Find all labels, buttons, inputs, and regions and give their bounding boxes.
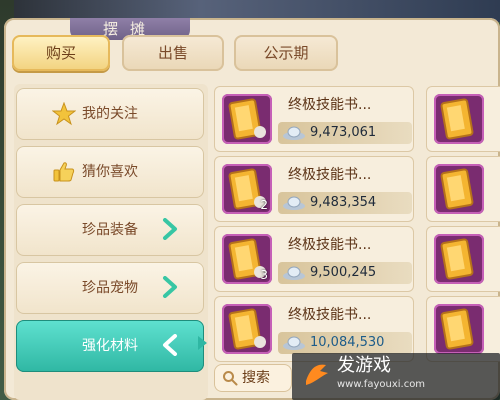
category-label: 强化材料 (82, 338, 138, 354)
silver-ingot-icon (283, 336, 305, 350)
item-thumbnail (434, 164, 484, 214)
skill-book-icon (440, 238, 474, 280)
item-price: 10,084,530 (310, 335, 385, 350)
list-item[interactable]: 2 终极技能书... 9,483,354 (214, 156, 414, 222)
item-name: 终极技能书... (288, 307, 372, 323)
item-name: 终极技能书... (288, 167, 372, 183)
item-price-bar: 10,084,530 (278, 332, 412, 354)
item-price: 9,500,245 (310, 265, 377, 280)
list-item[interactable]: 终极技能书... 9,473,061 (214, 86, 414, 152)
watermark-url: www.fayouxi.com (337, 379, 426, 390)
list-item[interactable]: 终 (426, 226, 500, 292)
category-enhancement-materials[interactable]: 强化材料 (16, 320, 204, 372)
skill-book-icon (440, 308, 474, 350)
tab-sell[interactable]: 出售 (122, 35, 224, 71)
item-price-bar: 9,473,061 (278, 122, 412, 144)
item-quantity: 3 (260, 268, 268, 282)
skill-book-icon (440, 168, 474, 210)
item-thumbnail (434, 304, 484, 354)
item-list: 终极技能书... 9,473,061 2 终极技能书... 9,483,354 (212, 84, 500, 384)
search-button[interactable]: 搜索 (214, 364, 292, 392)
item-thumbnail: 3 (222, 234, 272, 284)
list-item[interactable]: 3 终极技能书... 9,500,245 (214, 226, 414, 292)
item-thumbnail (434, 94, 484, 144)
skill-book-icon (228, 98, 266, 140)
category-rare-pets[interactable]: 珍品宠物 (16, 262, 204, 314)
category-label: 珍品宠物 (82, 280, 138, 296)
item-quantity: 2 (260, 198, 268, 212)
tab-buy[interactable]: 购买 (12, 35, 110, 71)
category-label: 珍品装备 (82, 222, 138, 238)
category-rare-equipment[interactable]: 珍品装备 (16, 204, 204, 256)
watermark-title: 发游戏 (337, 355, 391, 376)
item-thumbnail (222, 304, 272, 354)
category-label: 我的关注 (82, 106, 138, 122)
watermark-logo-icon (306, 364, 328, 385)
category-my-follows[interactable]: 我的关注 (16, 88, 204, 140)
list-item[interactable]: 终 (426, 156, 500, 222)
chevron-right-icon (163, 218, 177, 240)
item-thumbnail: 2 (222, 164, 272, 214)
chevron-left-icon (163, 334, 177, 356)
active-category-pointer (198, 336, 207, 350)
skill-book-icon (440, 98, 474, 140)
search-icon (223, 371, 238, 386)
chevron-right-icon (163, 276, 177, 298)
silver-ingot-icon (283, 266, 305, 280)
item-price: 9,483,354 (310, 195, 377, 210)
item-name: 终极技能书... (288, 237, 372, 253)
list-item[interactable]: 终 (426, 86, 500, 152)
search-label: 搜索 (242, 370, 270, 386)
silver-ingot-icon (283, 196, 305, 210)
thumbs-up-icon (53, 162, 75, 182)
category-panel: 我的关注 猜你喜欢 珍品装备 珍品宠物 强化材料 (14, 84, 208, 400)
item-price-bar: 9,500,245 (278, 262, 412, 284)
item-name: 终极技能书... (288, 97, 372, 113)
star-icon (52, 102, 76, 126)
category-label: 猜你喜欢 (82, 164, 138, 180)
silver-ingot-icon (283, 126, 305, 140)
category-guess-you-like[interactable]: 猜你喜欢 (16, 146, 204, 198)
item-price-bar: 9,483,354 (278, 192, 412, 214)
item-thumbnail (434, 234, 484, 284)
tab-public-notice[interactable]: 公示期 (234, 35, 338, 71)
item-price: 9,473,061 (310, 125, 377, 140)
skill-book-icon (228, 308, 266, 350)
watermark: 发游戏 www.fayouxi.com (292, 353, 500, 400)
item-thumbnail (222, 94, 272, 144)
